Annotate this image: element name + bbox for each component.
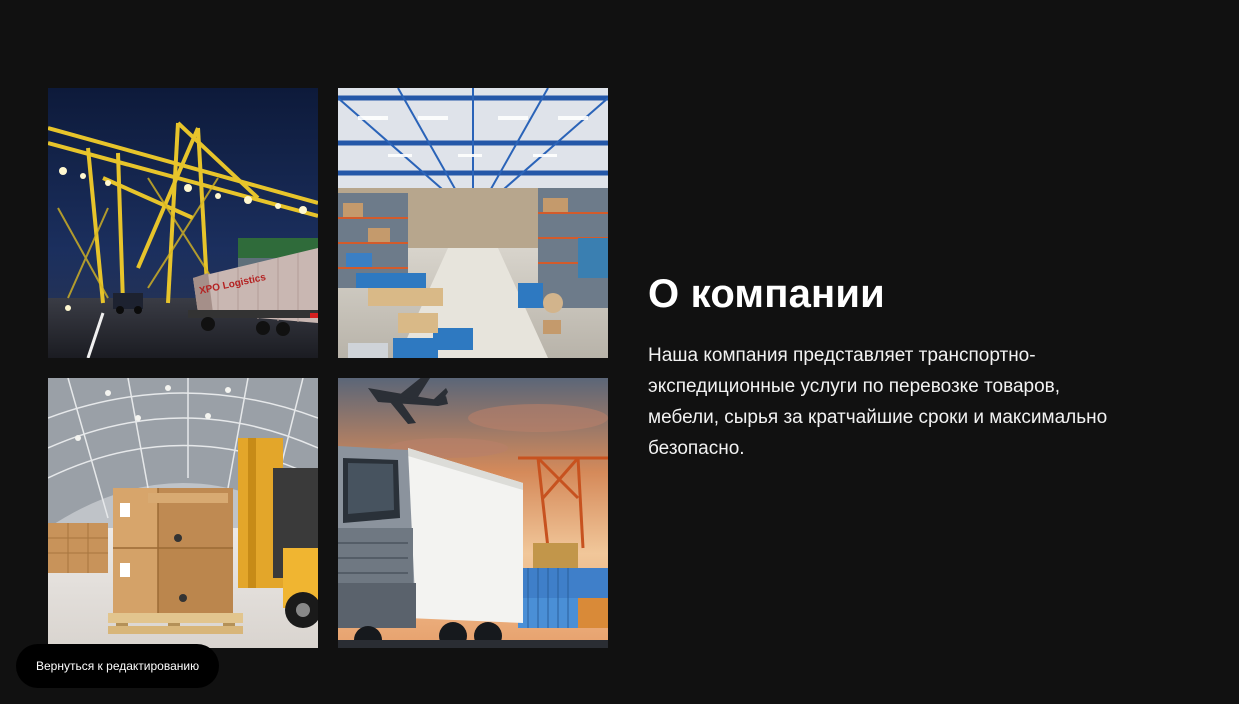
about-section: О компании Наша компания представляет тр… — [648, 270, 1108, 464]
about-heading: О компании — [648, 272, 885, 316]
cardboard-boxes-forklift-photo — [48, 378, 318, 648]
page: XPO Logistics О компании Наша компания п… — [0, 0, 1239, 704]
about-text: Наша компания представляет транспортно-э… — [648, 345, 1108, 459]
back-to-editing-button[interactable]: Вернуться к редактированию — [16, 644, 220, 688]
image-gallery: XPO Logistics — [48, 88, 608, 648]
port-cranes-truck-photo: XPO Logistics — [48, 88, 318, 358]
truck-airplane-containers-photo — [338, 378, 608, 648]
warehouse-interior-photo — [338, 88, 608, 358]
